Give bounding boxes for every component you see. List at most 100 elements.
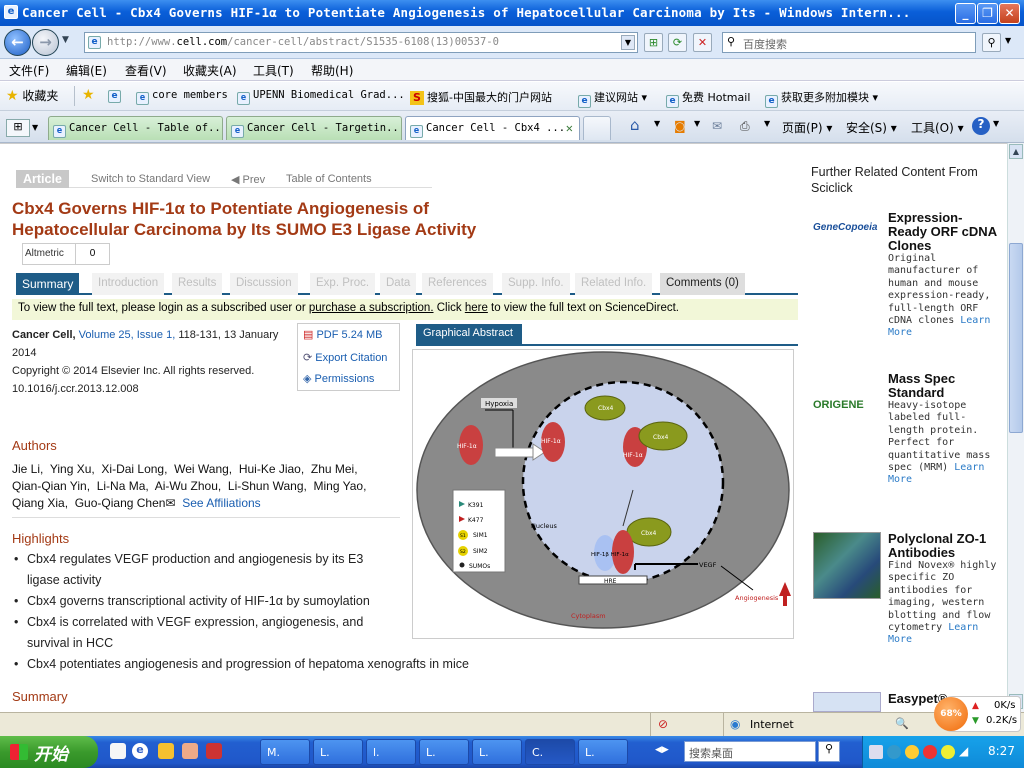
taskbar-expand-icon[interactable]: ◀▶ [655, 745, 669, 755]
taskbar-item-ie-active[interactable]: C. [525, 739, 575, 765]
popup-blocked-icon[interactable]: ⊘ [658, 717, 668, 731]
author[interactable]: Jie Li, [12, 462, 43, 476]
restore-button[interactable]: ❐ [977, 3, 998, 24]
close-tab-icon[interactable]: ✕ [566, 121, 573, 135]
tab-list-dropdown-icon[interactable]: ▼ [32, 119, 44, 137]
favorite-page-icon[interactable]: e [108, 90, 121, 103]
zoom-icon[interactable]: 🔍 [895, 717, 909, 730]
graphical-abstract-tab[interactable]: Graphical Abstract [416, 324, 522, 344]
desktop-search-input[interactable]: 搜索桌面 [684, 741, 816, 762]
author[interactable]: Li-Na Ma, [97, 479, 149, 493]
history-dropdown-icon[interactable]: ▼ [62, 35, 69, 45]
ie-quicklaunch-icon[interactable]: e [132, 743, 148, 759]
refresh-icon[interactable]: ⟳ [668, 33, 687, 52]
switch-view-link[interactable]: Switch to Standard View [91, 173, 210, 185]
close-window-button[interactable]: ✕ [999, 3, 1020, 24]
taskbar-item-ie[interactable]: L. [472, 739, 522, 765]
address-bar[interactable]: e http://www.cell.com/cancer-cell/abstra… [84, 32, 638, 53]
zo1-antibody-image[interactable] [813, 532, 881, 599]
back-button[interactable]: ← [4, 29, 31, 56]
tab-cbx4-active[interactable]: e Cancer Cell - Cbx4 ... ✕ [405, 116, 580, 140]
show-desktop-icon[interactable] [110, 743, 126, 759]
window-titlebar[interactable]: e Cancer Cell - Cbx4 Governs HIF-1α to P… [0, 0, 1024, 26]
compat-view-icon[interactable]: ⊞ [644, 33, 663, 52]
author[interactable]: Li-Shun Wang, [228, 479, 307, 493]
tab-comments[interactable]: Comments (0) [660, 273, 745, 295]
print-dropdown-icon[interactable]: ▼ [764, 119, 770, 128]
tab-references[interactable]: References [422, 273, 493, 295]
forward-button[interactable]: → [32, 29, 59, 56]
page-menu[interactable]: 页面(P) ▾ [782, 119, 832, 136]
fav-upenn[interactable]: e UPENN Biomedical Grad... [237, 89, 405, 105]
menu-favorites[interactable]: 收藏夹(A) [183, 62, 237, 79]
tray-icon[interactable] [923, 745, 937, 759]
author[interactable]: Ying Xu, [50, 462, 95, 476]
address-dropdown-icon[interactable]: ▼ [621, 35, 635, 50]
quicklaunch-icon[interactable] [182, 743, 198, 759]
desktop-search-icon[interactable]: ⚲ [818, 741, 840, 762]
menu-view[interactable]: 查看(V) [125, 62, 167, 79]
prev-link[interactable]: ◀ Prev [231, 173, 265, 186]
author[interactable]: Qian-Qian Yin, [12, 479, 90, 493]
search-options-icon[interactable]: ▼ [1005, 36, 1011, 45]
author[interactable]: Wei Wang, [174, 462, 232, 476]
fav-hotmail[interactable]: e 免费 Hotmail [666, 89, 750, 108]
author[interactable]: Ming Yao, [314, 479, 367, 493]
help-icon[interactable]: ? [972, 117, 990, 135]
author[interactable]: Xi-Dai Long, [101, 462, 167, 476]
tab-introduction[interactable]: Introduction [92, 273, 165, 295]
permissions-link[interactable]: ◈ Permissions [303, 372, 374, 385]
author[interactable]: Qiang Xia, [12, 496, 68, 510]
fav-core-members[interactable]: e core members [136, 89, 228, 105]
mail-icon[interactable]: ✉ [712, 119, 722, 133]
author[interactable]: Hui-Ke Jiao, [239, 462, 304, 476]
minimize-button[interactable]: _ [955, 3, 976, 24]
fav-get-addons[interactable]: e 获取更多附加模块 ▾ [765, 89, 878, 108]
fav-suggested-sites[interactable]: e 建议网站 ▾ [578, 89, 647, 108]
ad-title[interactable]: Mass Spec Standard [888, 372, 998, 400]
volume-icon[interactable]: ◢ [959, 744, 968, 758]
folder-quicklaunch-icon[interactable] [158, 743, 174, 759]
safety-menu[interactable]: 安全(S) ▾ [846, 119, 897, 136]
tab-results[interactable]: Results [172, 273, 223, 295]
scroll-thumb[interactable] [1009, 243, 1023, 433]
tools-menu[interactable]: 工具(O) ▾ [911, 119, 964, 136]
graphical-abstract-figure[interactable]: Hypoxia HIF-1α HIF-1α Cbx4 HIF-1α Cbx4 C… [412, 349, 794, 639]
new-tab-button[interactable] [583, 116, 611, 140]
author[interactable]: Guo-Qiang Chen [75, 496, 166, 510]
search-input[interactable]: ⚲ 百度搜索 [722, 32, 976, 53]
tab-table-of-contents[interactable]: e Cancer Cell - Table of... [48, 116, 223, 140]
see-affiliations-link[interactable]: See Affiliations [182, 496, 261, 510]
menu-tools[interactable]: 工具(T) [253, 62, 294, 79]
tray-icon[interactable] [869, 745, 883, 759]
feeds-dropdown-icon[interactable]: ▼ [694, 119, 700, 128]
tab-supp-info[interactable]: Supp. Info. [502, 273, 570, 295]
vertical-scrollbar[interactable]: ▲ ▼ [1007, 143, 1024, 712]
menu-edit[interactable]: 编辑(E) [66, 62, 107, 79]
stop-icon[interactable]: ✕ [693, 33, 712, 52]
altmetric-badge[interactable]: Altmetric 0 [22, 243, 110, 265]
feeds-icon[interactable]: ◙ [674, 119, 686, 133]
tab-targeting[interactable]: e Cancer Cell - Targetin... [226, 116, 402, 140]
easypet-image[interactable] [813, 692, 881, 712]
clock[interactable]: 8:27 [988, 744, 1015, 758]
tab-related-info[interactable]: Related Info. [575, 273, 653, 295]
quicklaunch-icon[interactable] [206, 743, 222, 759]
scroll-up-icon[interactable]: ▲ [1009, 144, 1023, 159]
origene-logo[interactable]: ORIGENE [813, 399, 883, 411]
taskbar-item-ie[interactable]: L. [419, 739, 469, 765]
tab-discussion[interactable]: Discussion [230, 273, 298, 295]
quick-tabs-icon[interactable]: ⊞ [6, 119, 30, 137]
tray-icon[interactable] [941, 745, 955, 759]
volume-link[interactable]: Volume 25, Issue 1, [79, 329, 176, 341]
search-go-button[interactable]: ⚲ [982, 33, 1001, 52]
network-speed-widget[interactable]: 68% ▲ 0K/s ▼ 0.2K/s [934, 696, 1021, 732]
pdf-link[interactable]: ▤ PDF 5.24 MB [303, 328, 383, 341]
help-dropdown-icon[interactable]: ▼ [993, 119, 999, 128]
tab-summary[interactable]: Summary [16, 273, 80, 295]
start-button[interactable]: 开始 [0, 736, 98, 768]
menu-help[interactable]: 帮助(H) [311, 62, 353, 79]
taskbar-item-ie[interactable]: L. [578, 739, 628, 765]
print-icon[interactable]: ⎙ [740, 119, 750, 134]
tray-icon[interactable] [905, 745, 919, 759]
